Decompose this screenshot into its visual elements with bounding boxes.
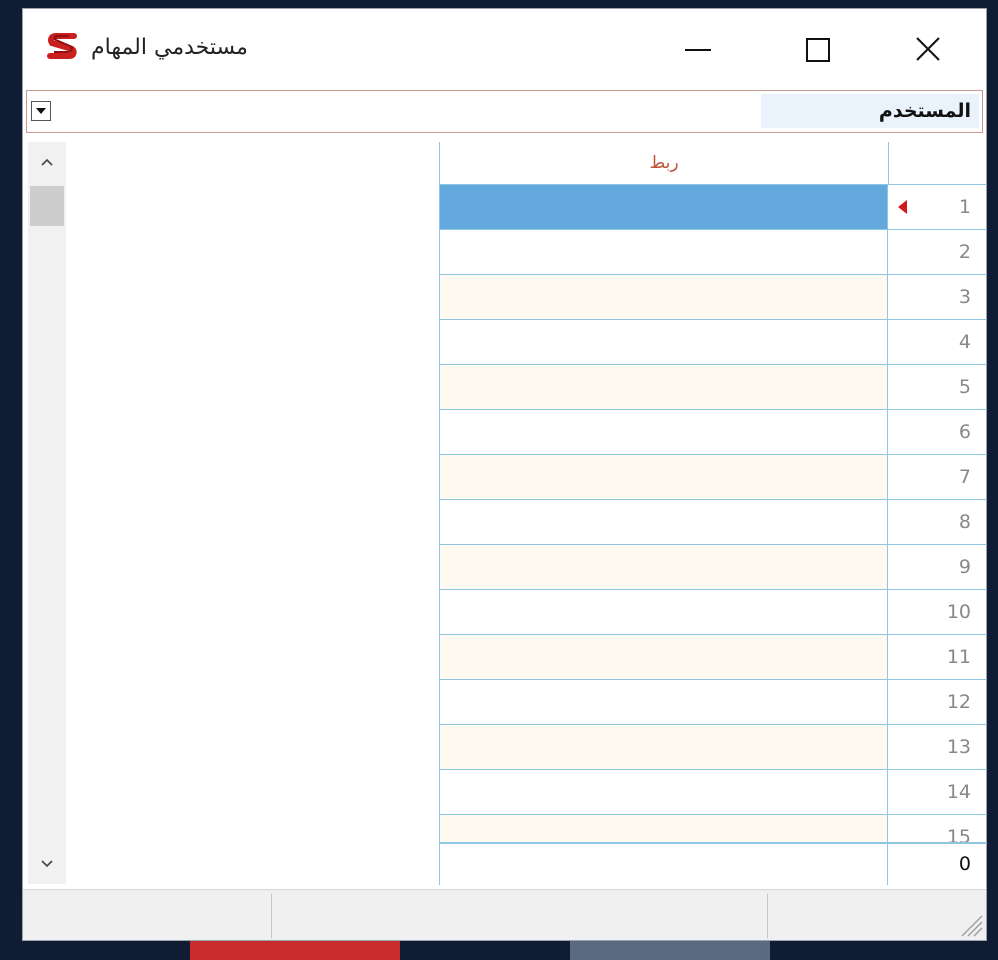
scroll-down-button[interactable] xyxy=(28,844,66,884)
link-cell[interactable] xyxy=(440,230,888,274)
link-cell[interactable] xyxy=(440,590,888,634)
status-panel xyxy=(23,890,271,940)
minimize-icon xyxy=(685,49,711,51)
close-icon xyxy=(916,37,940,61)
user-filter-row: المستخدم xyxy=(26,90,983,133)
status-panel xyxy=(275,890,765,940)
status-panel xyxy=(771,890,951,940)
minimize-button[interactable] xyxy=(663,19,733,79)
link-cell[interactable] xyxy=(440,365,888,409)
row-number: 2 xyxy=(958,241,971,263)
brand-s-logo-icon xyxy=(45,29,79,63)
link-cell[interactable] xyxy=(440,185,888,229)
table-row[interactable]: 4 xyxy=(440,320,987,365)
row-number: 12 xyxy=(946,691,971,713)
link-cell[interactable] xyxy=(440,455,888,499)
task-users-grid: ربط 1 2 3 4 5 6 7 8 9 10 11 12 13 14 15 … xyxy=(439,142,987,885)
table-row[interactable]: 3 xyxy=(440,275,987,320)
window-title: مستخدمي المهام xyxy=(91,35,248,60)
row-number: 14 xyxy=(946,781,971,803)
row-number: 8 xyxy=(958,511,971,533)
user-select-input[interactable] xyxy=(57,93,757,129)
user-field-label: المستخدم xyxy=(761,94,979,128)
row-number: 6 xyxy=(958,421,971,443)
status-divider xyxy=(271,894,272,938)
row-number: 7 xyxy=(958,466,971,488)
grid-footer: 0 xyxy=(440,843,987,885)
table-row[interactable]: 8 xyxy=(440,500,987,545)
chevron-down-icon xyxy=(36,108,46,114)
vertical-scrollbar[interactable] xyxy=(28,142,66,884)
link-cell[interactable] xyxy=(440,680,888,724)
resize-grip-icon[interactable] xyxy=(956,910,984,938)
row-number: 10 xyxy=(946,601,971,623)
row-number: 1 xyxy=(958,196,971,218)
row-number: 3 xyxy=(958,286,971,308)
link-cell[interactable] xyxy=(440,545,888,589)
link-cell[interactable] xyxy=(440,320,888,364)
maximize-icon xyxy=(806,38,830,62)
task-users-window: مستخدمي المهام المستخدم ربط 1 2 3 4 5 6 … xyxy=(22,8,987,941)
table-row[interactable]: 5 xyxy=(440,365,987,410)
table-row[interactable]: 13 xyxy=(440,725,987,770)
footer-total: 0 xyxy=(958,853,971,875)
link-cell[interactable] xyxy=(440,770,888,814)
table-row[interactable]: 1 xyxy=(440,185,987,230)
column-header-row-number xyxy=(888,142,987,184)
background-logo xyxy=(190,940,830,960)
row-number: 4 xyxy=(958,331,971,353)
background-logo-gray-shape xyxy=(570,940,770,960)
row-number: 11 xyxy=(946,646,971,668)
link-cell[interactable] xyxy=(440,275,888,319)
user-dropdown-button[interactable] xyxy=(31,101,51,121)
table-row[interactable]: 14 xyxy=(440,770,987,815)
row-number: 9 xyxy=(958,556,971,578)
link-cell[interactable] xyxy=(440,725,888,769)
footer-link-cell xyxy=(440,844,888,885)
table-row[interactable]: 11 xyxy=(440,635,987,680)
table-row[interactable]: 2 xyxy=(440,230,987,275)
background-logo-red-shape xyxy=(190,940,400,960)
table-row[interactable]: 12 xyxy=(440,680,987,725)
maximize-button[interactable] xyxy=(783,19,853,79)
table-row[interactable]: 6 xyxy=(440,410,987,455)
status-bar xyxy=(23,889,986,940)
close-button[interactable] xyxy=(893,19,963,79)
column-header-link[interactable]: ربط xyxy=(440,142,888,184)
table-row[interactable]: 10 xyxy=(440,590,987,635)
scroll-thumb[interactable] xyxy=(30,186,64,226)
chevron-down-icon xyxy=(41,860,53,868)
status-divider xyxy=(767,894,768,938)
row-number: 13 xyxy=(946,736,971,758)
table-row[interactable]: 9 xyxy=(440,545,987,590)
chevron-up-icon xyxy=(41,158,53,166)
title-bar[interactable]: مستخدمي المهام xyxy=(23,9,986,89)
link-cell[interactable] xyxy=(440,635,888,679)
grid-header: ربط xyxy=(440,142,987,185)
table-row[interactable]: 15 xyxy=(440,815,987,843)
row-number: 5 xyxy=(958,376,971,398)
row-number: 15 xyxy=(946,826,971,843)
table-row[interactable]: 7 xyxy=(440,455,987,500)
scroll-up-button[interactable] xyxy=(28,142,66,182)
link-cell[interactable] xyxy=(440,500,888,544)
link-cell[interactable] xyxy=(440,815,888,842)
link-cell[interactable] xyxy=(440,410,888,454)
